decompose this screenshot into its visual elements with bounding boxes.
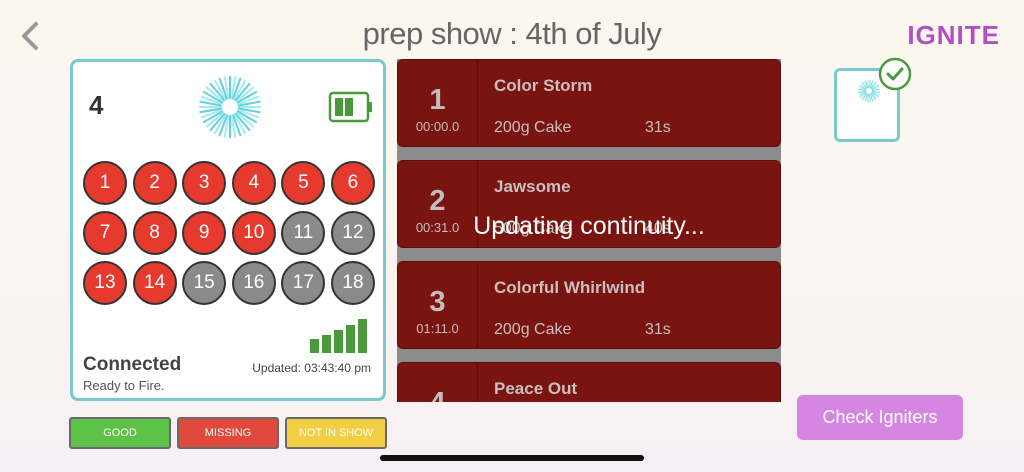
firework-burst-icon: [199, 76, 261, 138]
legend-not-in-show: NOT IN SHOW: [285, 417, 387, 449]
signal-strength-icon: [310, 319, 367, 353]
cue-button[interactable]: 4: [231, 161, 276, 205]
legend-missing: MISSING: [177, 417, 279, 449]
cue-number: 3: [429, 286, 446, 318]
cue-duration: 31s: [645, 119, 671, 136]
cue-button[interactable]: 13: [83, 261, 127, 305]
check-igniters-button[interactable]: Check Igniters: [797, 395, 963, 440]
legend-good: GOOD: [69, 417, 171, 449]
cue-button[interactable]: 7: [83, 211, 127, 255]
cue-button[interactable]: 1: [83, 161, 127, 205]
home-indicator[interactable]: [380, 455, 644, 461]
cue-name: Jawsome: [494, 177, 571, 196]
battery-icon: [328, 91, 372, 123]
cue-name: Color Storm: [494, 76, 593, 95]
cue-button[interactable]: 12: [330, 211, 375, 255]
connection-status: Connected: [83, 354, 182, 375]
cue-description: 200g Cake: [494, 119, 572, 136]
module-number: 4: [89, 90, 104, 120]
cue-number: 1: [429, 84, 446, 116]
cue-description: 200g Cake: [494, 321, 572, 338]
cue-button[interactable]: 3: [182, 161, 227, 205]
cue-button[interactable]: 10: [231, 211, 276, 255]
cue-button[interactable]: 9: [182, 211, 227, 255]
show-cue-row[interactable]: 1 00:00.0 Color Storm 200g Cake 31s: [397, 59, 781, 147]
cue-button[interactable]: 5: [281, 161, 326, 205]
updating-overlay: Updating continuity...: [473, 212, 705, 240]
cue-time: 01:11.0: [416, 321, 459, 336]
cue-button[interactable]: 8: [132, 211, 177, 255]
cue-duration: 31s: [645, 321, 671, 338]
cue-button[interactable]: 18: [330, 261, 375, 305]
cue-time: 00:00.0: [415, 119, 460, 134]
cue-button[interactable]: 16: [231, 261, 276, 305]
cue-name: Peace Out: [494, 379, 578, 398]
ready-status: Ready to Fire.: [83, 378, 165, 393]
cue-button[interactable]: 17: [281, 261, 326, 305]
show-cue-row[interactable]: 3 01:11.0 Colorful Whirlwind 200g Cake 3…: [397, 261, 781, 349]
brand-logo: IGNITE: [907, 20, 1000, 50]
cue-button[interactable]: 11: [281, 211, 326, 255]
cue-button[interactable]: 15: [182, 261, 227, 305]
cue-grid: 1 2 3 4 5 6 7 8 9 10 11 12 13 14 15 16 17 18: [83, 161, 379, 305]
page-title: prep show : 4th of July: [362, 16, 662, 51]
cue-button[interactable]: 6: [330, 161, 375, 205]
cue-name: Colorful Whirlwind: [494, 278, 646, 297]
cue-number: 4: [398, 387, 477, 402]
cue-button[interactable]: 2: [132, 161, 177, 205]
updated-timestamp: Updated: 03:43:40 pm: [252, 361, 371, 375]
checkmark-icon: [878, 57, 912, 91]
cue-button[interactable]: 14: [132, 261, 177, 305]
module-card: 4 1 2 3 4 5 6 7 8 9 10 11 12 13 14 15 16 17 18 Connected …: [70, 59, 386, 401]
show-cue-row[interactable]: 4 Peace Out: [397, 362, 781, 402]
